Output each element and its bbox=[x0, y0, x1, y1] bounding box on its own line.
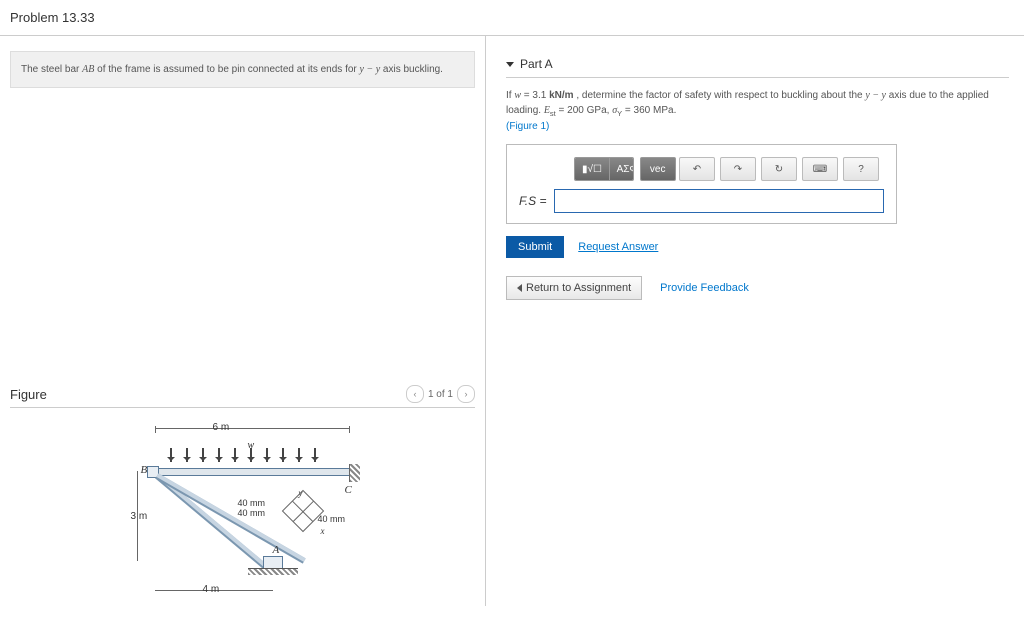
part-title: Part A bbox=[520, 57, 553, 71]
dim-cs2: 40 mm bbox=[238, 508, 266, 518]
dim-left: 3 m bbox=[131, 511, 148, 522]
point-A: A bbox=[273, 544, 280, 556]
point-C: C bbox=[345, 484, 352, 496]
answer-label: F.S = bbox=[519, 194, 546, 208]
submit-button[interactable]: Submit bbox=[506, 236, 564, 258]
dim-cs1: 40 mm bbox=[238, 498, 266, 508]
request-answer-link[interactable]: Request Answer bbox=[578, 241, 658, 253]
vec-button[interactable]: vec bbox=[640, 157, 676, 181]
support-right-icon bbox=[349, 464, 360, 482]
intro-text: of the frame is assumed to be pin connec… bbox=[94, 64, 359, 75]
pager-next-button[interactable]: › bbox=[457, 385, 475, 403]
ground-icon bbox=[248, 568, 298, 575]
answer-box: ▮√☐ ΑΣΦ ↓↑ vec ↶ ↷ ↻ ⌨ ? F.S = bbox=[506, 144, 897, 224]
keyboard-button[interactable]: ⌨ bbox=[802, 157, 838, 181]
answer-input[interactable] bbox=[554, 189, 884, 213]
undo-button[interactable]: ↶ bbox=[679, 157, 715, 181]
feedback-link[interactable]: Provide Feedback bbox=[660, 282, 749, 294]
dim-bottom: 4 m bbox=[203, 584, 220, 595]
problem-title: Problem 13.33 bbox=[0, 0, 1024, 36]
intro-text: The steel bar bbox=[21, 64, 82, 75]
dim-cs3: 40 mm bbox=[318, 514, 346, 524]
caret-down-icon bbox=[506, 62, 514, 67]
intro-text: axis buckling. bbox=[380, 64, 443, 75]
brace-icon bbox=[155, 473, 305, 563]
help-button[interactable]: ? bbox=[843, 157, 879, 181]
cross-section-icon bbox=[281, 490, 323, 532]
point-B: B bbox=[141, 464, 148, 476]
reset-button[interactable]: ↻ bbox=[761, 157, 797, 181]
axis-y: y bbox=[299, 488, 303, 498]
figure-diagram: 6 m w B C y x 40 mm 40 mm bbox=[93, 416, 393, 601]
greek-button[interactable]: ΑΣΦ bbox=[609, 158, 634, 180]
templates-button[interactable]: ▮√☐ bbox=[575, 158, 609, 180]
part-header[interactable]: Part A bbox=[506, 51, 1009, 78]
redo-button[interactable]: ↷ bbox=[720, 157, 756, 181]
pager-text: 1 of 1 bbox=[428, 389, 453, 400]
figure-link[interactable]: (Figure 1) bbox=[506, 121, 549, 132]
dim-top: 6 m bbox=[213, 422, 230, 433]
return-button[interactable]: Return to Assignment bbox=[506, 276, 642, 300]
bar-name: AB bbox=[82, 64, 94, 75]
figure-pager: ‹ 1 of 1 › bbox=[406, 385, 475, 403]
part-prompt: If w = 3.1 kN/m , determine the factor o… bbox=[506, 88, 1009, 134]
pager-prev-button[interactable]: ‹ bbox=[406, 385, 424, 403]
axis-x: x bbox=[321, 526, 325, 536]
load-arrows-icon bbox=[163, 448, 343, 466]
axis-text: y − y bbox=[360, 64, 381, 75]
return-label: Return to Assignment bbox=[526, 282, 631, 294]
math-toolbar: ▮√☐ ΑΣΦ ↓↑ vec ↶ ↷ ↻ ⌨ ? bbox=[574, 157, 884, 181]
beam bbox=[155, 468, 352, 476]
figure-label: Figure bbox=[10, 387, 47, 402]
problem-intro: The steel bar AB of the frame is assumed… bbox=[10, 51, 475, 88]
chevron-left-icon bbox=[517, 284, 522, 292]
